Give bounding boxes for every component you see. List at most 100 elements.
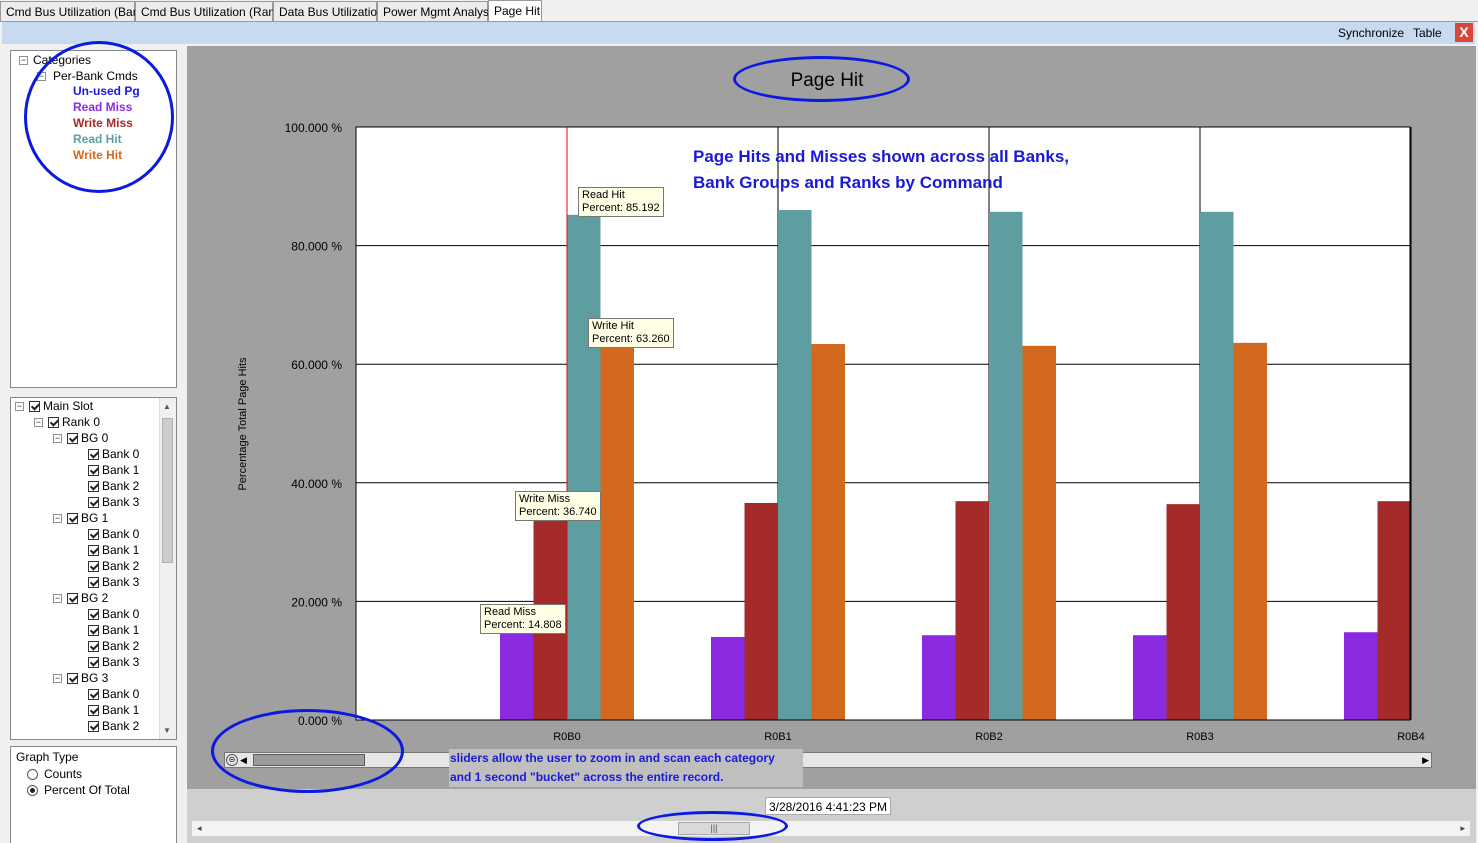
bar[interactable] [1233,342,1268,720]
tree-item-bank[interactable]: Bank 2 [88,478,139,494]
tab-power-mgmt[interactable]: Power Mgmt Analysis [377,1,498,21]
checkbox-icon[interactable] [88,577,99,588]
bar[interactable] [744,502,779,720]
tooltip-write-hit: Write Hit Percent: 63.260 [588,318,674,348]
tab-data-bus[interactable]: Data Bus Utilization [273,1,384,21]
tree-item-label: Bank 0 [102,527,140,541]
tab-page-hit[interactable]: Page Hit [488,0,542,22]
checkbox-icon[interactable] [88,689,99,700]
checkbox-icon[interactable] [67,593,78,604]
tree-item-bank[interactable]: Bank 2 [88,638,139,654]
checkbox-icon[interactable] [88,481,99,492]
tree-item-rank[interactable]: Rank 0 [48,414,100,430]
tree-item-bank[interactable]: Bank 2 [88,718,139,734]
tree-item-bank[interactable]: Bank 0 [88,446,139,462]
tree-item-label: Bank 2 [102,479,140,493]
checkbox-icon[interactable] [88,705,99,716]
bar[interactable] [1022,345,1057,720]
bar[interactable] [1377,501,1411,720]
bar[interactable] [989,211,1023,720]
slider-note-line-1: sliders allow the user to zoom in and sc… [450,751,775,765]
bar[interactable] [1133,635,1167,720]
tree-item-bank-group[interactable]: BG 1 [67,510,108,526]
table-button[interactable]: Table [1413,25,1442,41]
tree-item-bank[interactable]: Bank 3 [88,654,139,670]
checkbox-icon[interactable] [67,673,78,684]
tab-cmd-bus-bank[interactable]: Cmd Bus Utilization (Bank) [0,1,149,21]
checkbox-icon[interactable] [88,721,99,732]
bar[interactable] [811,344,846,720]
checkbox-icon[interactable] [88,529,99,540]
timeline-scrollbar[interactable]: ◂ ||| ▸ [191,820,1471,837]
bar[interactable] [922,635,956,720]
tree-item-bank[interactable]: Bank 2 [88,558,139,574]
graph-type-title: Graph Type [16,750,79,764]
tree-item-label: Main Slot [43,399,94,413]
bar[interactable] [567,214,601,720]
checkbox-icon[interactable] [88,657,99,668]
tree-item-bank-group[interactable]: BG 3 [67,670,108,686]
timestamp-label: 3/28/2016 4:41:23 PM [765,797,891,815]
tree-item-bank[interactable]: Bank 0 [88,686,139,702]
bar[interactable] [1344,632,1378,720]
checkbox-icon[interactable] [88,625,99,636]
bar[interactable] [955,501,990,720]
expander-icon[interactable]: − [53,674,62,683]
tree-item-bank[interactable]: Bank 1 [88,702,139,718]
scroll-down-icon[interactable]: ▼ [163,726,171,735]
bar[interactable] [500,632,534,720]
checkbox-icon[interactable] [88,497,99,508]
expander-icon[interactable]: − [53,434,62,443]
tree-item-bank[interactable]: Bank 0 [88,526,139,542]
tree-item-bank[interactable]: Bank 1 [88,542,139,558]
checkbox-icon[interactable] [29,401,40,412]
close-icon[interactable]: X [1455,23,1473,42]
bar[interactable] [1200,211,1234,720]
checkbox-icon[interactable] [88,449,99,460]
tree-item-bank-group[interactable]: BG 0 [67,430,108,446]
zoom-scrollbar[interactable]: ⊝ ◀ ▶ [224,752,1432,768]
tree-item-bank-group[interactable]: BG 2 [67,590,108,606]
tree-item-bank[interactable]: Bank 3 [88,574,139,590]
scroll-right-icon[interactable]: ▶ [1422,754,1429,766]
radio-icon[interactable] [27,769,38,780]
slider-note: sliders allow the user to zoom in and sc… [449,749,803,787]
synchronize-button[interactable]: Synchronize [1338,25,1404,41]
scroll-up-icon[interactable]: ▲ [163,402,171,411]
checkbox-icon[interactable] [88,641,99,652]
tooltip-write-miss: Write Miss Percent: 36.740 [515,491,601,521]
tree-item-bank[interactable]: Bank 1 [88,462,139,478]
slot-tree-scrollbar[interactable]: ▲ ▼ [159,398,176,739]
bar[interactable] [600,344,635,720]
expander-icon[interactable]: − [53,514,62,523]
expander-icon[interactable]: − [53,594,62,603]
tree-item-main-slot[interactable]: Main Slot [29,398,93,414]
checkbox-icon[interactable] [48,417,59,428]
slot-tree-scroll-thumb[interactable] [162,418,173,563]
checkbox-icon[interactable] [88,465,99,476]
tooltip-value: Percent: 14.808 [484,619,562,631]
tree-item-bank[interactable]: Bank 1 [88,622,139,638]
bar[interactable] [778,210,812,720]
tree-item-bank[interactable]: Bank 3 [88,494,139,510]
tab-strip: Cmd Bus Utilization (Bank) Cmd Bus Utili… [0,0,1478,22]
radio-percent-of-total[interactable]: Percent Of Total [27,783,130,797]
scroll-right-icon[interactable]: ▸ [1460,822,1465,835]
x-tick-label: R0B1 [764,731,792,743]
y-tick-label: 100.000 % [285,121,343,135]
expander-icon[interactable]: − [34,418,43,427]
bar[interactable] [711,636,745,720]
tree-item-bank[interactable]: Bank 0 [88,606,139,622]
expander-icon[interactable]: − [15,402,24,411]
checkbox-icon[interactable] [88,609,99,620]
expander-icon[interactable]: − [19,56,28,65]
bar[interactable] [1166,504,1201,720]
tab-cmd-bus-rank[interactable]: Cmd Bus Utilization (Rank) [135,1,285,21]
checkbox-icon[interactable] [67,513,78,524]
checkbox-icon[interactable] [88,561,99,572]
radio-icon[interactable] [27,785,38,796]
radio-counts[interactable]: Counts [27,767,82,781]
checkbox-icon[interactable] [67,433,78,444]
checkbox-icon[interactable] [88,545,99,556]
scroll-left-icon[interactable]: ◂ [197,822,202,835]
